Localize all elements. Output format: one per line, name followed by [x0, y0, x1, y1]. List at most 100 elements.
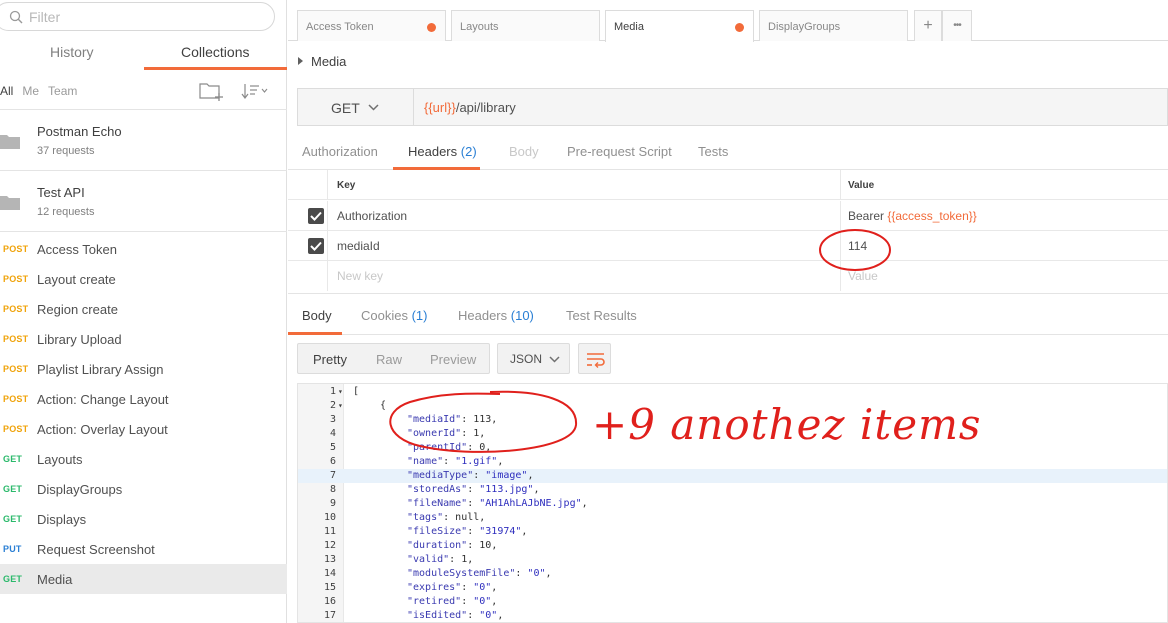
- sidebar-request-item[interactable]: GET Layouts: [0, 444, 287, 474]
- tab-cookies-label: Cookies: [361, 308, 408, 323]
- code-token: ,: [581, 498, 588, 509]
- format-select[interactable]: JSON: [497, 343, 570, 374]
- line-number: 6: [329, 456, 336, 467]
- row-checkbox[interactable]: [308, 208, 324, 224]
- new-collection-icon[interactable]: [199, 80, 225, 102]
- tab-displaygroups[interactable]: DisplayGroups: [759, 10, 908, 41]
- sidebar-request-item[interactable]: GET Media: [0, 564, 287, 594]
- tab-response-body[interactable]: Body: [302, 308, 332, 323]
- line-number: 2: [329, 400, 336, 411]
- collection-item[interactable]: Test API 12 requests: [0, 171, 287, 232]
- checkbox-column: [288, 261, 328, 291]
- code-token: "retired": [407, 596, 462, 607]
- annotation-text: +9 anothez items: [592, 400, 982, 449]
- url-bar: GET {{url}}/api/library: [297, 88, 1168, 126]
- code-token: :: [467, 540, 480, 551]
- tab-response-headers[interactable]: Headers (10): [458, 308, 534, 323]
- sidebar-request-item[interactable]: GET DisplayGroups: [0, 474, 287, 504]
- code-text: [: [353, 385, 359, 399]
- code-token: ,: [527, 470, 534, 481]
- sidebar-request-item[interactable]: POST Layout create: [0, 264, 287, 294]
- collection-name: Test API: [37, 185, 85, 200]
- wrap-lines-button[interactable]: [578, 343, 611, 374]
- code-token: ,: [533, 484, 540, 495]
- scope-team[interactable]: Team: [48, 84, 77, 98]
- code-token: "duration": [407, 540, 468, 551]
- sidebar-request-item[interactable]: POST Access Token: [0, 234, 287, 264]
- code-token: "AH1AhLAJbNE.jpg": [479, 498, 582, 509]
- tab-authorization[interactable]: Authorization: [302, 144, 378, 159]
- line-number: 9: [329, 498, 336, 509]
- request-title[interactable]: Media: [298, 54, 346, 69]
- value-column-header: Value: [848, 180, 875, 191]
- header-value[interactable]: Bearer {{access_token}}: [848, 209, 977, 223]
- request-name: Layout create: [37, 271, 116, 287]
- tab-layouts[interactable]: Layouts: [451, 10, 600, 41]
- code-token: "mediaId": [407, 414, 462, 425]
- tab-history[interactable]: History: [0, 38, 144, 70]
- tab-tests[interactable]: Tests: [698, 144, 728, 159]
- request-name: Library Upload: [37, 331, 122, 347]
- column-separator: [840, 201, 841, 231]
- new-value-input[interactable]: Value: [848, 269, 878, 283]
- line-number: 3: [329, 414, 336, 425]
- unsaved-dot-icon: [427, 23, 436, 32]
- sort-icon[interactable]: [240, 81, 270, 101]
- tab-cookies[interactable]: Cookies (1): [361, 308, 427, 323]
- tab-collections[interactable]: Collections: [143, 38, 287, 70]
- tab-body[interactable]: Body: [509, 144, 539, 159]
- row-checkbox[interactable]: [308, 238, 324, 254]
- filter-input[interactable]: Filter: [0, 2, 275, 31]
- header-key[interactable]: Authorization: [337, 209, 407, 223]
- header-value[interactable]: 114: [848, 239, 867, 253]
- request-name: Region create: [37, 301, 118, 317]
- view-raw-button[interactable]: Raw: [376, 352, 402, 367]
- scope-me[interactable]: Me: [22, 84, 39, 98]
- code-token: ,: [479, 512, 486, 523]
- sidebar-request-item[interactable]: POST Library Upload: [0, 324, 287, 354]
- tab-prerequest-script[interactable]: Pre-request Script: [567, 144, 672, 159]
- headers-count: (2): [460, 144, 477, 159]
- tab-access-token[interactable]: Access Token: [297, 10, 446, 41]
- view-preview-button[interactable]: Preview: [430, 352, 476, 367]
- collection-item[interactable]: Postman Echo 37 requests: [0, 110, 287, 171]
- code-text: {: [380, 399, 386, 413]
- code-token: "moduleSystemFile": [407, 568, 516, 579]
- code-text: "storedAs": "113.jpg",: [407, 483, 539, 497]
- method-select[interactable]: GET: [298, 89, 414, 125]
- code-token: "1.gif": [455, 456, 498, 467]
- sidebar-request-item[interactable]: POST Action: Overlay Layout: [0, 414, 287, 444]
- request-name: Request Screenshot: [37, 541, 155, 557]
- scope-all[interactable]: All: [0, 84, 13, 98]
- line-number: 7: [329, 470, 336, 481]
- code-token: ,: [467, 554, 474, 565]
- header-key[interactable]: mediaId: [337, 239, 380, 253]
- more-tabs-button[interactable]: •••: [942, 10, 972, 41]
- view-pretty-button[interactable]: Pretty: [313, 352, 347, 367]
- code-token: ,: [491, 414, 498, 425]
- code-text: "tags": null,: [407, 511, 485, 525]
- code-token: ,: [497, 610, 504, 621]
- code-token: :: [443, 512, 456, 523]
- new-key-input[interactable]: New key: [337, 269, 383, 283]
- url-input[interactable]: {{url}}/api/library: [424, 100, 516, 115]
- tab-test-results[interactable]: Test Results: [566, 308, 637, 323]
- code-line: 14 "moduleSystemFile": "0",: [298, 567, 1167, 581]
- request-method-badge: PUT: [3, 544, 22, 554]
- request-method-badge: POST: [3, 304, 29, 314]
- sidebar-request-item[interactable]: GET Displays: [0, 504, 287, 534]
- active-tab-indicator: [288, 332, 342, 335]
- fold-toggle-icon[interactable]: ▾: [338, 385, 343, 399]
- code-token: ,: [545, 568, 552, 579]
- sidebar-request-item[interactable]: POST Playlist Library Assign: [0, 354, 287, 384]
- tab-media[interactable]: Media: [605, 10, 754, 42]
- sidebar-request-item[interactable]: POST Action: Change Layout: [0, 384, 287, 414]
- sidebar-request-item[interactable]: POST Region create: [0, 294, 287, 324]
- sidebar-request-item[interactable]: PUT Request Screenshot: [0, 534, 287, 564]
- add-tab-button[interactable]: +: [914, 10, 942, 41]
- tab-headers[interactable]: Headers (2): [408, 144, 477, 159]
- request-method-badge: POST: [3, 424, 29, 434]
- fold-toggle-icon[interactable]: ▾: [338, 399, 343, 413]
- line-number: 16: [323, 596, 336, 607]
- request-method-badge: POST: [3, 274, 29, 284]
